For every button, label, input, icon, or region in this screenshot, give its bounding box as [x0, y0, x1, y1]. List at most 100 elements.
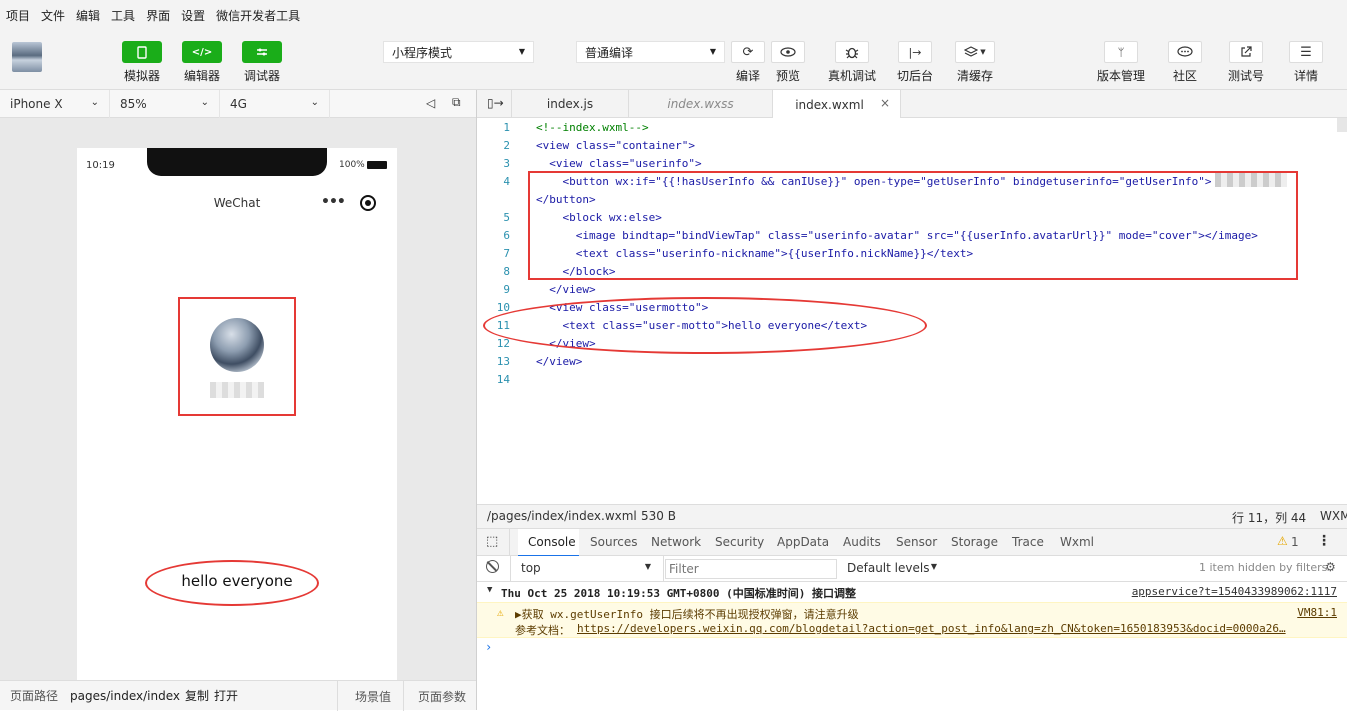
toggle-tree-icon[interactable]: ▯→: [487, 96, 504, 110]
warning-icon[interactable]: ⚠: [1277, 534, 1288, 548]
tab-security[interactable]: Security: [715, 535, 764, 549]
compile-select-value: 普通编译: [585, 45, 634, 60]
menu-icon: ☰: [1300, 44, 1312, 60]
kebab-menu-icon[interactable]: ⋮: [1317, 533, 1331, 549]
menu-devtools[interactable]: 微信开发者工具: [216, 7, 300, 24]
clear-cache-label: 清缓存: [956, 69, 993, 83]
file-size: 530 B: [641, 509, 676, 523]
background-button[interactable]: |→: [898, 41, 932, 63]
settings-gear-icon[interactable]: ⚙: [1325, 560, 1336, 574]
console-group-source[interactable]: appservice?t=1540433989062:1117: [1132, 585, 1337, 598]
background-label: 切后台: [896, 69, 933, 83]
tab-console[interactable]: Console: [518, 529, 579, 557]
mode-select-value: 小程序模式: [392, 45, 453, 60]
menu-settings[interactable]: 设置: [181, 7, 205, 24]
menu-tools[interactable]: 工具: [111, 7, 135, 24]
tab-trace[interactable]: Trace: [1012, 535, 1044, 549]
details-button[interactable]: ☰: [1289, 41, 1323, 63]
remote-debug-button[interactable]: [835, 41, 869, 63]
warning-message[interactable]: ▶获取 wx.getUserInfo 接口后续将不再出现授权弹窗，请注意升级: [515, 606, 859, 622]
tab-label: index.wxml: [795, 97, 864, 112]
editor-status-bar: /pages/index/index.wxml 530 B 行 11，列 44 …: [477, 504, 1347, 528]
line-number: 2: [503, 139, 510, 152]
zoom-select[interactable]: 85% ⌄: [110, 90, 220, 118]
tab-index-js[interactable]: index.js: [511, 90, 629, 118]
bug-icon: [845, 47, 859, 59]
simulator-toggle[interactable]: [122, 41, 162, 63]
version-button[interactable]: ᛘ: [1104, 41, 1138, 63]
mode-select[interactable]: 小程序模式 ▼: [383, 41, 534, 63]
cursor-position[interactable]: 行 11，列 44: [1232, 509, 1306, 526]
warning-source[interactable]: VM81:1: [1297, 606, 1337, 619]
console-group-header[interactable]: ▼ Thu Oct 25 2018 10:19:53 GMT+0800 (中国标…: [477, 582, 1347, 602]
page-path: pages/index/index: [70, 688, 180, 703]
footer-divider: [403, 681, 404, 711]
close-icon[interactable]: ×: [880, 96, 890, 110]
scrollbar-thumb[interactable]: [1337, 118, 1347, 132]
menu-edit[interactable]: 编辑: [76, 7, 100, 24]
warning-doc-link[interactable]: https://developers.weixin.qq.com/blogdet…: [577, 622, 1286, 635]
mute-icon[interactable]: ◁: [426, 96, 435, 110]
tab-index-wxml[interactable]: index.wxml ×: [773, 90, 901, 119]
compile-button[interactable]: ⟳: [731, 41, 765, 63]
external-icon: [1241, 46, 1252, 57]
device-select[interactable]: iPhone X ⌄: [0, 90, 110, 118]
levels-select[interactable]: Default levels ▼: [847, 559, 937, 579]
scene-button[interactable]: 场景值: [355, 688, 391, 705]
line-number: 4: [503, 175, 510, 188]
menu-interface[interactable]: 界面: [146, 7, 170, 24]
user-avatar[interactable]: [12, 42, 42, 72]
device-bar: iPhone X ⌄ 85% ⌄ 4G ⌄ ◁ ⧉: [0, 90, 477, 118]
tab-wxml[interactable]: Wxml: [1060, 535, 1094, 549]
tab-storage[interactable]: Storage: [951, 535, 998, 549]
warning-count: 1: [1291, 535, 1299, 549]
clear-console-icon[interactable]: [486, 560, 499, 573]
left-footer: 页面路径 pages/index/index 复制 打开 场景值 页面参数: [0, 680, 477, 711]
community-button[interactable]: [1168, 41, 1202, 63]
preview-button[interactable]: [771, 41, 805, 63]
filter-input[interactable]: [665, 559, 837, 579]
tab-network[interactable]: Network: [651, 535, 701, 549]
tab-sensor[interactable]: Sensor: [896, 535, 937, 549]
open-link[interactable]: 打开: [214, 687, 238, 704]
tab-label: Console: [528, 535, 576, 549]
tab-sources[interactable]: Sources: [590, 535, 637, 549]
code-line: </view>: [536, 355, 583, 368]
test-account-label: 测试号: [1227, 69, 1264, 83]
menu-file[interactable]: 文件: [41, 7, 65, 24]
clear-cache-button[interactable]: ▼: [955, 41, 995, 63]
toolbar: 模拟器 </> 编辑器 调试器 小程序模式 ▼ 普通编译 ▼ ⟳ 编译 预览 真…: [0, 30, 1347, 90]
tab-appdata[interactable]: AppData: [777, 535, 829, 549]
menu-project[interactable]: 项目: [6, 7, 30, 24]
compile-select[interactable]: 普通编译 ▼: [576, 41, 725, 63]
network-select[interactable]: 4G ⌄: [220, 90, 330, 118]
expand-triangle-icon[interactable]: ▼: [487, 585, 492, 595]
inspect-icon[interactable]: ⬚: [486, 534, 498, 549]
console-warning-row: ⚠ ▶获取 wx.getUserInfo 接口后续将不再出现授权弹窗，请注意升级…: [477, 602, 1347, 638]
levels-value: Default levels: [847, 561, 930, 575]
debugger-toggle[interactable]: [242, 41, 282, 63]
menu-bar: 项目 文件 编辑 工具 界面 设置 微信开发者工具: [0, 0, 1347, 30]
console-prompt-icon[interactable]: ›: [485, 640, 492, 654]
copy-link[interactable]: 复制: [185, 687, 209, 704]
debugger-label: 调试器: [243, 69, 280, 83]
tab-index-wxss[interactable]: index.wxss: [629, 90, 773, 118]
more-icon[interactable]: •••: [321, 194, 346, 210]
language-mode[interactable]: WXM: [1320, 509, 1347, 523]
phone-notch: [147, 148, 327, 176]
tab-audits[interactable]: Audits: [843, 535, 881, 549]
popout-icon[interactable]: ⧉: [452, 95, 461, 110]
context-select[interactable]: top ▼: [517, 559, 653, 579]
annotation-ellipse-motto: [145, 560, 319, 606]
page-params-button[interactable]: 页面参数: [418, 688, 466, 705]
editor-toggle[interactable]: </>: [182, 41, 222, 63]
tab-label: index.js: [546, 97, 594, 111]
editor-label: 编辑器: [183, 69, 220, 83]
annotation-rect-userinfo: [178, 297, 296, 416]
version-label: 版本管理: [1096, 69, 1145, 83]
line-number: 12: [496, 337, 510, 350]
layers-icon: [964, 46, 979, 57]
test-account-button[interactable]: [1229, 41, 1263, 63]
eye-icon: [780, 47, 796, 57]
close-capsule-icon[interactable]: [360, 195, 376, 211]
